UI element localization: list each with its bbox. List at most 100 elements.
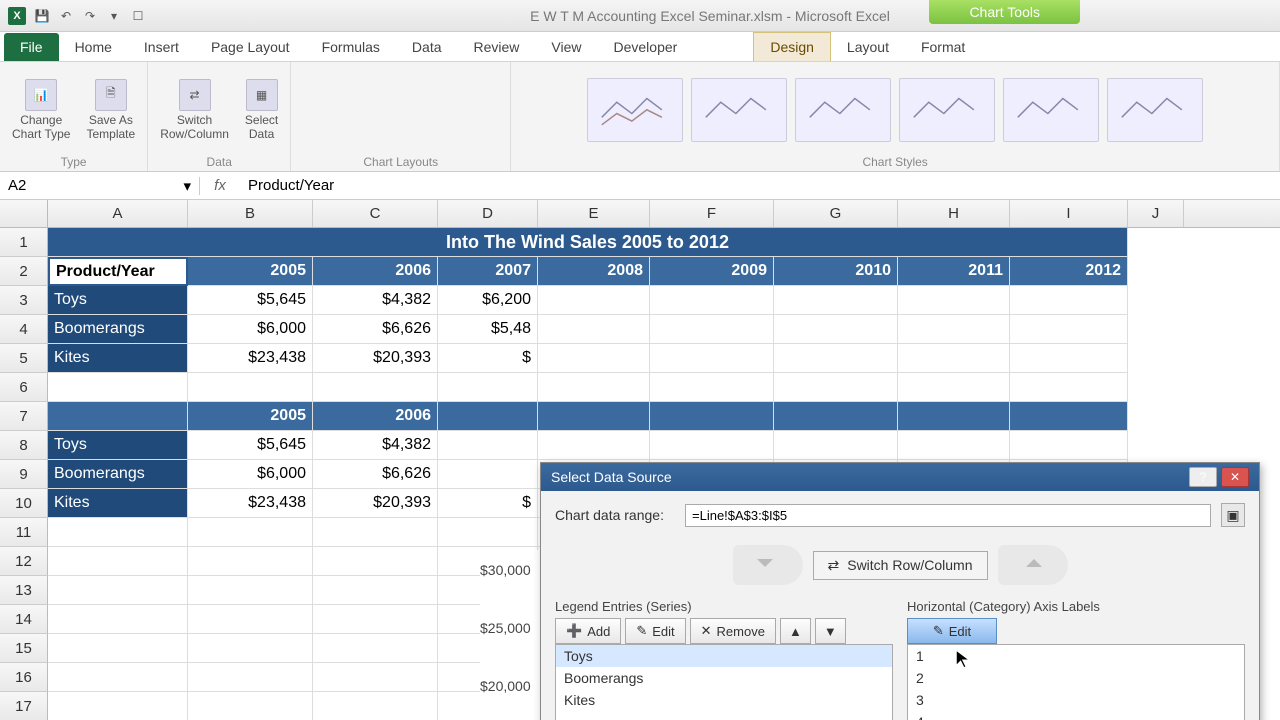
cell[interactable]	[1010, 431, 1128, 460]
cell[interactable]	[48, 634, 188, 663]
list-item[interactable]: 1	[908, 645, 1244, 667]
cell[interactable]: $6,200	[438, 286, 538, 315]
cell[interactable]	[48, 373, 188, 402]
cell[interactable]: $5,645	[188, 286, 313, 315]
tab-review[interactable]: Review	[458, 33, 536, 61]
cell[interactable]	[313, 547, 438, 576]
cell[interactable]: $5,645	[188, 431, 313, 460]
select-all-corner[interactable]	[0, 200, 48, 227]
header-cell[interactable]: 2006	[313, 257, 438, 286]
cell[interactable]	[774, 315, 898, 344]
tab-design[interactable]: Design	[753, 32, 831, 61]
cell[interactable]	[650, 373, 774, 402]
row-header[interactable]: 14	[0, 605, 48, 634]
series-listbox[interactable]: Toys Boomerangs Kites	[555, 644, 893, 720]
save-as-template-button[interactable]: 🗎 Save As Template	[82, 75, 139, 145]
cell[interactable]	[650, 431, 774, 460]
row-header[interactable]: 15	[0, 634, 48, 663]
cell[interactable]	[774, 344, 898, 373]
tab-formulas[interactable]: Formulas	[306, 33, 396, 61]
cell[interactable]	[313, 663, 438, 692]
cell[interactable]	[898, 286, 1010, 315]
cell[interactable]	[188, 692, 313, 720]
cell[interactable]	[188, 605, 313, 634]
cell[interactable]	[538, 431, 650, 460]
cell[interactable]	[774, 431, 898, 460]
close-button[interactable]: ✕	[1221, 467, 1249, 487]
new-icon[interactable]: ☐	[128, 6, 148, 26]
row-header[interactable]: 10	[0, 489, 48, 518]
tab-view[interactable]: View	[535, 33, 597, 61]
chart-style-thumb[interactable]	[587, 78, 683, 142]
name-box[interactable]: A2 ▾	[0, 177, 200, 195]
cell[interactable]	[188, 373, 313, 402]
row-header[interactable]: 8	[0, 431, 48, 460]
column-header[interactable]: D	[438, 200, 538, 227]
list-item[interactable]: Boomerangs	[556, 667, 892, 689]
row-header[interactable]: 16	[0, 663, 48, 692]
row-header[interactable]: 5	[0, 344, 48, 373]
cell[interactable]	[538, 315, 650, 344]
chart-style-thumb[interactable]	[1003, 78, 1099, 142]
column-header[interactable]: E	[538, 200, 650, 227]
cell[interactable]	[48, 692, 188, 720]
cell[interactable]	[48, 605, 188, 634]
cell[interactable]: Toys	[48, 431, 188, 460]
row-header[interactable]: 4	[0, 315, 48, 344]
column-header[interactable]: G	[774, 200, 898, 227]
cell[interactable]: Kites	[48, 489, 188, 518]
cell[interactable]: Toys	[48, 286, 188, 315]
list-item[interactable]: 4	[908, 711, 1244, 720]
cell[interactable]: Kites	[48, 344, 188, 373]
cell[interactable]	[48, 547, 188, 576]
tab-format[interactable]: Format	[905, 33, 981, 61]
cell[interactable]	[188, 518, 313, 547]
categories-listbox[interactable]: 1 2 3 4 5	[907, 644, 1245, 720]
remove-series-button[interactable]: ✕Remove	[690, 618, 776, 644]
cell[interactable]	[313, 692, 438, 720]
cell[interactable]	[313, 634, 438, 663]
move-up-button[interactable]: ▲	[780, 618, 811, 644]
cell[interactable]	[538, 373, 650, 402]
cell[interactable]	[1010, 315, 1128, 344]
column-header[interactable]: J	[1128, 200, 1184, 227]
chart-style-thumb[interactable]	[899, 78, 995, 142]
collapse-dialog-icon[interactable]: ▣	[1221, 503, 1245, 527]
cell[interactable]	[438, 431, 538, 460]
fx-label[interactable]: fx	[200, 177, 240, 194]
cell[interactable]: $5,48	[438, 315, 538, 344]
cell[interactable]	[48, 576, 188, 605]
cell[interactable]	[650, 315, 774, 344]
cell[interactable]: $4,382	[313, 431, 438, 460]
chart-style-thumb[interactable]	[1107, 78, 1203, 142]
column-header[interactable]: B	[188, 200, 313, 227]
row-header[interactable]: 13	[0, 576, 48, 605]
cell[interactable]	[438, 518, 538, 547]
edit-axis-labels-button[interactable]: ✎Edit	[907, 618, 997, 644]
cell[interactable]: $	[438, 489, 538, 518]
cell[interactable]	[538, 286, 650, 315]
move-down-button[interactable]: ▼	[815, 618, 846, 644]
cell[interactable]: $20,393	[313, 489, 438, 518]
row-header[interactable]: 9	[0, 460, 48, 489]
header-cell[interactable]: 2007	[438, 257, 538, 286]
cell[interactable]: $4,382	[313, 286, 438, 315]
cell[interactable]: $6,626	[313, 315, 438, 344]
column-header[interactable]: H	[898, 200, 1010, 227]
cell[interactable]: Boomerangs	[48, 315, 188, 344]
row-header[interactable]: 17	[0, 692, 48, 720]
cell[interactable]	[898, 373, 1010, 402]
row-header[interactable]: 6	[0, 373, 48, 402]
header-cell[interactable]: 2005	[188, 257, 313, 286]
save-icon[interactable]: 💾	[32, 6, 52, 26]
column-header[interactable]: F	[650, 200, 774, 227]
cell[interactable]	[313, 518, 438, 547]
cell[interactable]	[898, 402, 1010, 431]
cell[interactable]: $6,000	[188, 315, 313, 344]
column-header[interactable]: A	[48, 200, 188, 227]
header-cell[interactable]: 2011	[898, 257, 1010, 286]
redo-icon[interactable]: ↷	[80, 6, 100, 26]
tab-insert[interactable]: Insert	[128, 33, 195, 61]
chevron-down-icon[interactable]: ▾	[183, 177, 191, 195]
tab-file[interactable]: File	[4, 33, 59, 61]
